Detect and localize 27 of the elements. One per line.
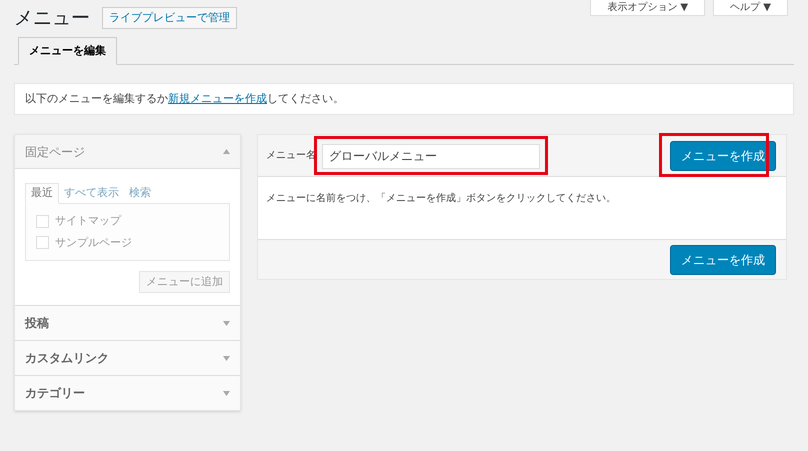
section-tab[interactable]: 検索 [124, 183, 156, 204]
instruction-text: メニューに名前をつけ、「メニューを作成」ボタンをクリックしてください。 [266, 192, 617, 206]
item-label: サンプルページ [55, 234, 132, 250]
notice-text: してください。 [267, 90, 344, 107]
menu-name-field[interactable]: グローバルメニュー [322, 144, 540, 168]
checkbox[interactable] [36, 214, 49, 228]
live-preview-button[interactable]: ライブプレビューで管理 [102, 7, 237, 29]
help-button[interactable]: ヘルプ ▼ [713, 0, 788, 16]
collapse-arrow-icon [223, 149, 230, 154]
create-menu-button[interactable]: メニューを作成 [670, 140, 776, 170]
new-menu-link[interactable]: 新規メニューを作成 [168, 90, 267, 108]
screen-options-button[interactable]: 表示オプション ▼ [590, 0, 706, 16]
expand-arrow-icon [223, 390, 230, 396]
checkbox[interactable] [36, 236, 49, 250]
expand-arrow-icon [223, 320, 230, 326]
item-label: サイトマップ [55, 213, 121, 229]
accordion-header[interactable]: 固定ページ [15, 135, 240, 169]
accordion-header[interactable]: カスタムリンク [15, 341, 240, 375]
section-tab[interactable]: すべて表示 [59, 183, 124, 204]
accordion-header[interactable]: 投稿 [15, 306, 240, 340]
notice-text: 以下のメニューを編集するか [25, 90, 168, 107]
section-tab[interactable]: 最近 [25, 183, 59, 204]
expand-arrow-icon [223, 356, 230, 360]
page-title: メニュー [14, 6, 90, 31]
nav-tab[interactable]: メニューを編集 [18, 37, 117, 65]
create-menu-button[interactable]: メニューを作成 [670, 244, 776, 274]
accordion-header[interactable]: カテゴリー [15, 376, 240, 410]
